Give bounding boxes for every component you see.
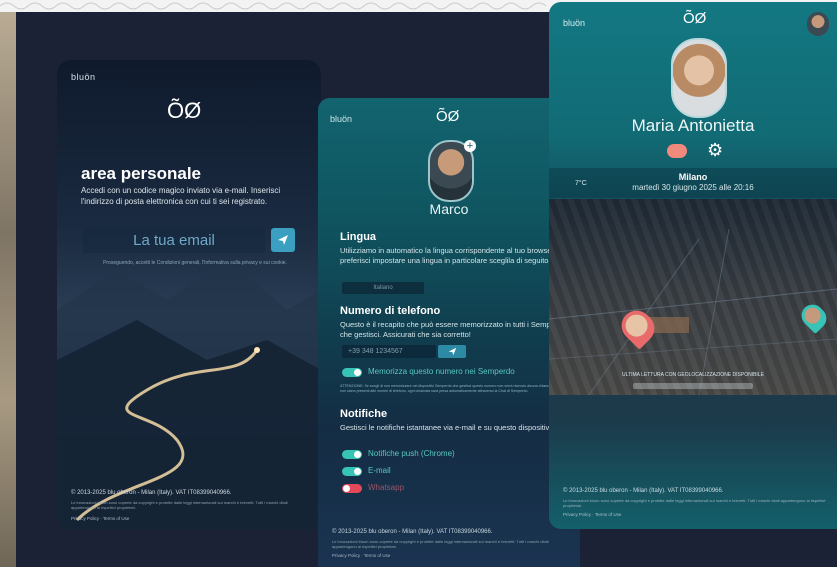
profile-name: Marco — [429, 201, 469, 217]
push-label: Notifiche push (Chrome) — [368, 449, 455, 458]
notifications-title: Notifiche — [340, 408, 388, 420]
background-photo-edge — [0, 12, 16, 567]
fine-print: Le innovazioni bluon sono coperte da cop… — [71, 500, 288, 511]
profile-settings-screen: bluön ÕØ + Marco Lingua Utilizziamo in a… — [318, 98, 580, 567]
page-title: area personale — [81, 164, 202, 183]
copyright: © 2013-2025 blu oberon - Milan (Italy). … — [332, 529, 493, 535]
login-screen: bluön ÕØ area personale Accedi con un co… — [57, 60, 321, 530]
brand-logo: bluön — [563, 18, 586, 28]
memorize-label: Memorizza questo numero nei Semperdo — [368, 367, 515, 376]
last-reading-label: ULTIMA LETTURA CON GEOLOCALIZZAZIONE DIS… — [622, 372, 764, 378]
fine-print: Le innovazioni bluon sono coperte da cop… — [563, 498, 826, 509]
legal-notice: Proseguendo, accetti le Condizioni gener… — [103, 260, 287, 266]
login-description: Accedi con un codice magico inviato via … — [81, 186, 281, 206]
phone-title: Numero di telefono — [340, 305, 441, 317]
app-logo-icon: ÕØ — [167, 98, 202, 123]
app-logo-icon: ÕØ — [683, 10, 707, 27]
brand-logo: bluön — [71, 72, 96, 82]
phone-input[interactable]: +39 348 1234567 — [342, 345, 436, 358]
date-time: martedì 30 giugno 2025 alle 20:16 — [632, 183, 754, 192]
send-button[interactable] — [271, 228, 295, 252]
language-title: Lingua — [340, 231, 377, 243]
city-map[interactable] — [549, 199, 837, 395]
dashboard-screen: bluön ÕØ Maria Antonietta ⚙ 7°C Milano m… — [549, 2, 837, 529]
brand-logo: bluön — [330, 114, 353, 124]
user-avatar[interactable] — [807, 12, 829, 36]
fine-print: Le innovazioni bluon sono coperte da cop… — [332, 539, 549, 550]
reading-bar — [633, 383, 753, 389]
send-icon — [448, 347, 456, 356]
footer-links[interactable]: Privacy Policy · Terms of Use — [332, 553, 390, 558]
phone-text: Questo è il recapito che può essere memo… — [340, 320, 566, 340]
app-logo-icon: ÕØ — [436, 108, 460, 125]
notifications-text: Gestisci le notifiche istantanee via e-m… — [340, 423, 556, 432]
avatar[interactable] — [671, 38, 727, 118]
send-icon — [278, 235, 288, 245]
email-input[interactable]: La tua email — [83, 227, 265, 253]
warning-text: ATTENZIONE: Se scegli di non memorizzare… — [340, 384, 567, 393]
mountain-road-illustration — [57, 260, 321, 530]
map-roads — [549, 228, 837, 395]
language-text: Utilizziamo in automatico la lingua corr… — [340, 246, 567, 266]
push-toggle[interactable] — [342, 450, 362, 459]
language-select[interactable]: Italiano — [342, 282, 424, 294]
copyright: © 2013-2025 blu oberon - Milan (Italy). … — [563, 488, 724, 494]
whatsapp-label: Whatsapp — [368, 483, 405, 492]
email-label: E-mail — [368, 466, 391, 475]
email-toggle[interactable] — [342, 467, 362, 476]
add-photo-icon[interactable]: + — [464, 140, 476, 152]
chat-icon[interactable] — [667, 144, 687, 158]
gear-icon[interactable]: ⚙ — [707, 140, 723, 161]
memorize-toggle[interactable] — [342, 368, 362, 377]
whatsapp-toggle[interactable] — [342, 484, 362, 493]
city-name: Milano — [678, 172, 708, 182]
footer-links[interactable]: Privacy Policy · Terms of Use — [71, 516, 129, 521]
footer-links[interactable]: Privacy Policy · Terms of Use — [563, 512, 621, 517]
phone-send-button[interactable] — [438, 345, 466, 358]
copyright: © 2013-2025 blu oberon - Milan (Italy). … — [71, 490, 232, 496]
profile-name: Maria Antonietta — [631, 116, 755, 135]
